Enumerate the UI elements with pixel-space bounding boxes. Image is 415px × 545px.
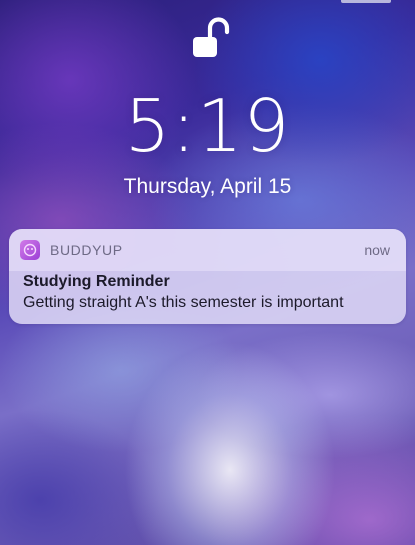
notification-card[interactable]: BUDDYUP now Studying Reminder Getting st… — [9, 229, 406, 324]
notification-body: Getting straight A's this semester is im… — [23, 294, 344, 311]
notification-title: Studying Reminder — [23, 273, 170, 290]
lock-date: Thursday, April 15 — [123, 175, 292, 198]
lock-screen: 5:19 Thursday, April 15 BUDDYUP now Stud… — [0, 0, 415, 545]
lock-time: 5:19 — [124, 84, 291, 168]
unlocked-padlock-icon — [193, 17, 230, 57]
notification-app-name: BUDDYUP — [50, 242, 123, 258]
notification-timestamp: now — [364, 242, 390, 258]
status-indicator — [341, 0, 391, 3]
buddyup-app-icon — [20, 240, 40, 260]
notification-header: BUDDYUP now — [9, 229, 406, 271]
